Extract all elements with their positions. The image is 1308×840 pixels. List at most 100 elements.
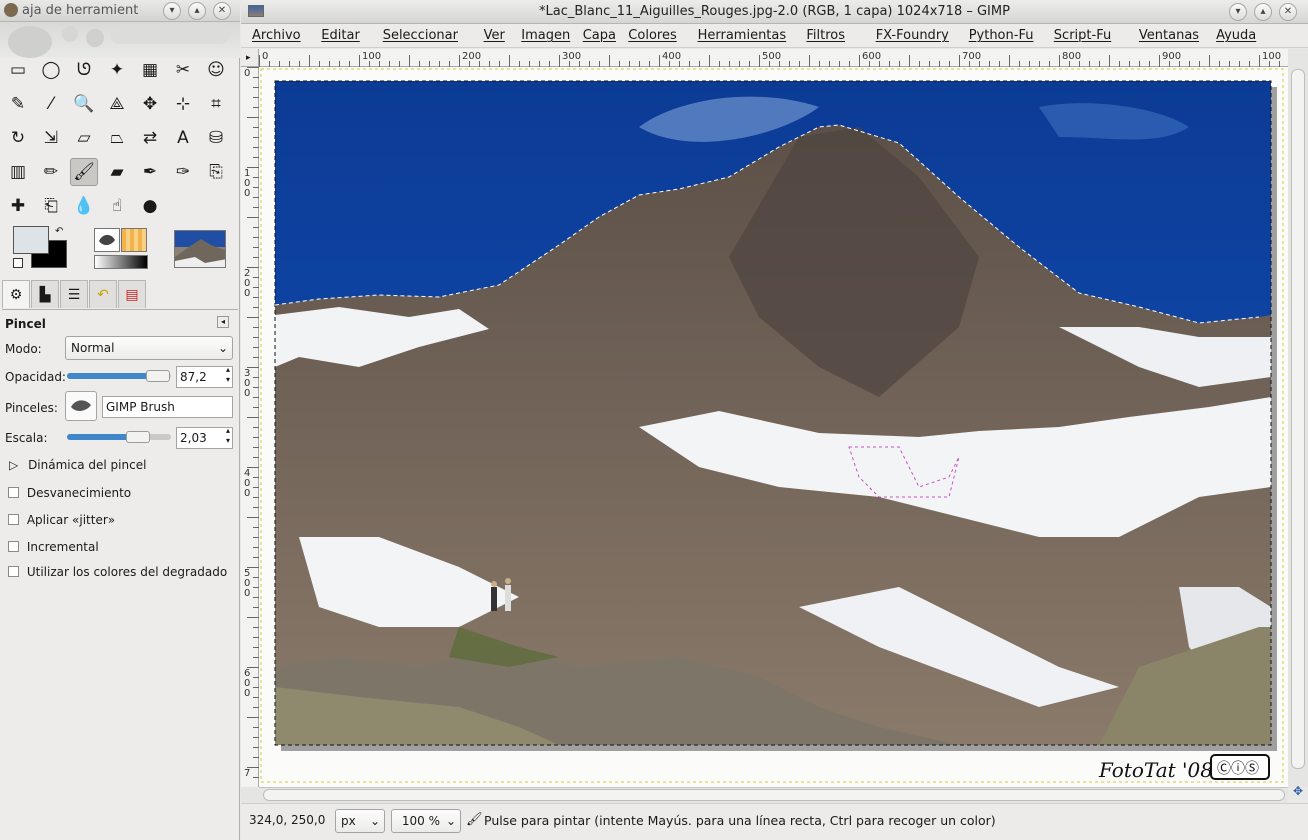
- vertical-scrollbar[interactable]: ✥: [1288, 49, 1308, 798]
- horizontal-scrollbar[interactable]: [259, 787, 1288, 803]
- default-colors-icon[interactable]: [13, 258, 23, 268]
- pattern-indicator[interactable]: [121, 228, 147, 252]
- clone-tool-button[interactable]: ⎘: [202, 158, 230, 186]
- image-menu-button[interactable]: ▸: [241, 49, 259, 67]
- shear-tool-button[interactable]: ▱: [70, 124, 98, 152]
- canvas-area[interactable]: FotoTat '08 ⒸⓘⓈ: [259, 67, 1288, 787]
- checkbox-box[interactable]: [8, 566, 19, 577]
- menu-archivo[interactable]: Archivo: [252, 28, 301, 43]
- undo-history-tab[interactable]: ↶: [89, 280, 117, 308]
- tool-options-tab[interactable]: ⚙: [2, 280, 30, 308]
- close-button[interactable]: ✕: [1279, 3, 1297, 21]
- perspective-tool-button[interactable]: ⏢: [103, 124, 131, 152]
- airbrush-tool-button[interactable]: ✒: [136, 158, 164, 186]
- foreground-select-tool-button[interactable]: ☺: [202, 56, 230, 84]
- menu-ver[interactable]: Ver: [484, 28, 505, 43]
- opacity-slider[interactable]: [67, 370, 171, 382]
- brush-indicator[interactable]: [94, 228, 120, 252]
- align-tool-button[interactable]: ⊹: [169, 90, 197, 118]
- menu-seleccionar[interactable]: Seleccionar: [383, 28, 458, 43]
- opacity-spinbox[interactable]: 87,2 ▴ ▾: [176, 365, 233, 388]
- menu-imagen[interactable]: Imagen: [521, 28, 570, 43]
- zoom-tool-button[interactable]: 🔍: [70, 90, 98, 118]
- menu-filtros[interactable]: Filtros: [806, 28, 845, 43]
- scale-tool-button[interactable]: ⇲: [37, 124, 65, 152]
- crop-tool-button[interactable]: ⌗: [202, 90, 230, 118]
- layers-tab[interactable]: ☰: [60, 280, 88, 308]
- paintbrush-tool-button[interactable]: 🖌: [70, 158, 98, 186]
- menu-capa[interactable]: Capa: [583, 28, 616, 43]
- horizontal-ruler[interactable]: 0 100 200 300 400 500 600 700 800 900 100: [259, 49, 1288, 67]
- ink-tool-button[interactable]: ✑: [169, 158, 197, 186]
- scissors-tool-button[interactable]: ✂: [169, 56, 197, 84]
- rect-select-tool-button[interactable]: ▭: [4, 56, 32, 84]
- checkbox-jitter[interactable]: Aplicar «jitter»: [8, 513, 115, 527]
- brush-picker-button[interactable]: [65, 391, 97, 421]
- brush-name-field[interactable]: GIMP Brush: [102, 396, 233, 418]
- foreground-color-swatch[interactable]: [13, 226, 49, 254]
- scale-slider-handle[interactable]: [125, 431, 150, 443]
- opacity-slider-handle[interactable]: [145, 370, 170, 382]
- panel-menu-button[interactable]: ◂: [217, 316, 229, 328]
- checkbox-incremental[interactable]: Incremental: [8, 540, 99, 554]
- swap-colors-icon[interactable]: ↶: [55, 226, 63, 237]
- vertical-ruler[interactable]: 0 100 200 300 400 500 600 7: [241, 67, 259, 787]
- menu-herramientas[interactable]: Herramientas: [698, 28, 787, 43]
- checkbox-box[interactable]: [8, 541, 19, 552]
- blur-tool-button[interactable]: 💧: [70, 192, 98, 220]
- spin-arrows-icon[interactable]: ▴ ▾: [226, 365, 230, 385]
- device-status-tab[interactable]: ▙: [31, 280, 59, 308]
- menu-colores[interactable]: Colores: [628, 28, 676, 43]
- fg-bg-color-area[interactable]: ↶: [13, 226, 69, 270]
- brush-dynamics-expander[interactable]: ▷ Dinámica del pincel: [9, 458, 146, 472]
- active-image-thumbnail[interactable]: [174, 230, 226, 268]
- navigate-icon[interactable]: ✥: [1293, 784, 1303, 798]
- image-window-titlebar[interactable]: *Lac_Blanc_11_Aiguilles_Rouges.jpg-2.0 (…: [241, 0, 1308, 24]
- maximize-button[interactable]: ▴: [1254, 3, 1272, 21]
- flip-tool-button[interactable]: ⇄: [136, 124, 164, 152]
- image-canvas[interactable]: FotoTat '08 ⒸⓘⓈ: [259, 67, 1288, 787]
- free-select-tool-button[interactable]: ᘎ: [70, 56, 98, 84]
- bucket-fill-tool-button[interactable]: ⛁: [202, 124, 230, 152]
- fuzzy-select-tool-button[interactable]: ✦: [103, 56, 131, 84]
- scale-slider[interactable]: [67, 431, 171, 443]
- checkbox-gradient-colors[interactable]: Utilizar los colores del degradado: [8, 565, 227, 579]
- menu-editar[interactable]: Editar: [321, 28, 360, 43]
- vertical-scroll-thumb[interactable]: [1291, 69, 1305, 769]
- menu-fxfoundry[interactable]: FX-Foundry: [876, 28, 949, 43]
- quick-mask-toggle[interactable]: [241, 787, 259, 803]
- gradient-indicator[interactable]: [94, 255, 148, 269]
- checkbox-box[interactable]: [8, 514, 19, 525]
- rotate-tool-button[interactable]: ↻: [4, 124, 32, 152]
- menu-scriptfu[interactable]: Script-Fu: [1054, 28, 1111, 43]
- photo[interactable]: [275, 81, 1271, 745]
- scale-spinbox[interactable]: 2,03 ▴ ▾: [176, 426, 233, 449]
- spin-arrows-icon[interactable]: ▴ ▾: [226, 426, 230, 446]
- dodge-burn-tool-button[interactable]: ●: [136, 192, 164, 220]
- measure-tool-button[interactable]: ⟁: [103, 90, 131, 118]
- checkbox-box[interactable]: [8, 487, 19, 498]
- close-button[interactable]: ✕: [213, 2, 231, 20]
- paths-tool-button[interactable]: ✎: [4, 90, 32, 118]
- heal-tool-button[interactable]: ✚: [4, 192, 32, 220]
- menu-pythonfu[interactable]: Python-Fu: [969, 28, 1034, 43]
- eraser-tool-button[interactable]: ▰: [103, 158, 131, 186]
- zoom-select[interactable]: 100 % ⌄: [391, 809, 461, 833]
- palettes-tab[interactable]: ▤: [118, 280, 146, 308]
- toolbox-titlebar[interactable]: aja de herramient ▾ ▴ ✕: [0, 0, 240, 22]
- perspective-clone-tool-button[interactable]: ⎗: [37, 192, 65, 220]
- maximize-button[interactable]: ▴: [188, 2, 206, 20]
- window-menu-button[interactable]: ▾: [1229, 3, 1247, 21]
- unit-select[interactable]: px ⌄: [335, 809, 385, 833]
- horizontal-scroll-thumb[interactable]: [263, 789, 1285, 801]
- checkbox-fade[interactable]: Desvanecimiento: [8, 486, 131, 500]
- mode-select[interactable]: Normal ⌄: [65, 336, 233, 360]
- window-menu-button[interactable]: ▾: [163, 2, 181, 20]
- menu-ventanas[interactable]: Ventanas: [1139, 28, 1199, 43]
- menu-ayuda[interactable]: Ayuda: [1216, 28, 1256, 43]
- color-select-tool-button[interactable]: ▦: [136, 56, 164, 84]
- smudge-tool-button[interactable]: ☝: [103, 192, 131, 220]
- ellipse-select-tool-button[interactable]: ◯: [37, 56, 65, 84]
- color-picker-tool-button[interactable]: ⁄: [37, 90, 65, 118]
- text-tool-button[interactable]: A: [169, 124, 197, 152]
